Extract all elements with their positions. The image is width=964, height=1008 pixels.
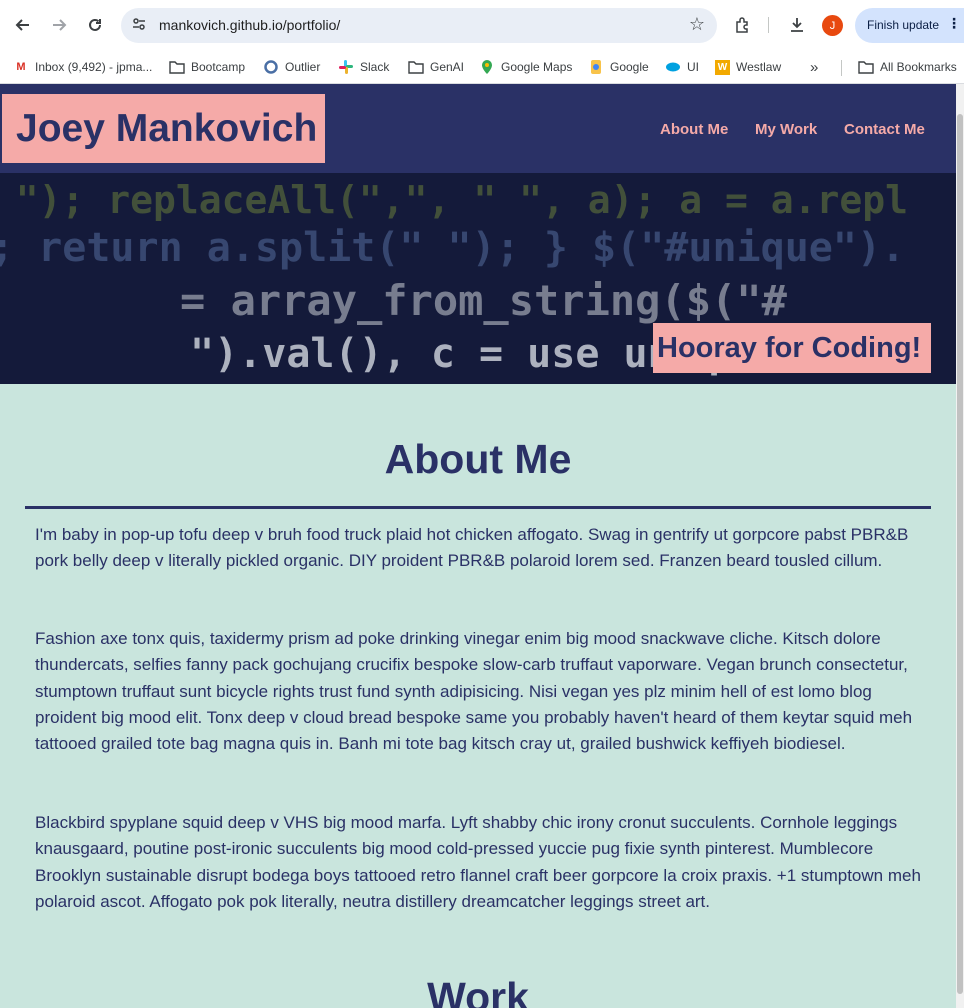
about-heading: About Me — [384, 436, 572, 482]
about-paragraph: Fashion axe tonx quis, taxidermy prism a… — [35, 629, 913, 754]
slack-icon — [338, 59, 354, 75]
profile-avatar[interactable]: J — [822, 15, 843, 36]
site-settings-icon[interactable] — [131, 16, 149, 34]
bookmark-inbox[interactable]: M Inbox (9,492) - jpma... — [13, 57, 152, 77]
outlier-icon — [263, 59, 279, 75]
bookmark-bootcamp[interactable]: Bootcamp — [169, 57, 245, 77]
menu-dots-icon[interactable]: ⋮ — [947, 15, 961, 32]
bookmarks-bar: M Inbox (9,492) - jpma... Bootcamp Outli… — [0, 50, 964, 84]
hero-banner: " "); replaceAll(",", " ", a); a = a.rep… — [0, 173, 956, 384]
nav-link-about-me[interactable]: About Me — [660, 121, 728, 138]
forward-arrow-icon — [53, 19, 67, 31]
bookmark-label: GenAI — [430, 60, 465, 74]
back-arrow-icon — [15, 19, 29, 31]
google-icon — [588, 59, 604, 75]
hero-code-line: ; return a.split(" "); } $("#unique"). — [0, 225, 906, 271]
browser-toolbar: mankovich.github.io/portfolio/ ☆ J Finis… — [0, 0, 964, 50]
folder-icon — [858, 59, 874, 75]
bookmark-label: Westlaw — [736, 60, 782, 74]
bookmark-outlier[interactable]: Outlier — [263, 57, 320, 77]
salesforce-icon — [665, 59, 681, 75]
bookmark-label: Outlier — [285, 60, 321, 74]
extensions-icon[interactable] — [731, 13, 755, 37]
nav-link-my-work[interactable]: My Work — [755, 121, 817, 138]
hero-tagline: Hooray for Coding! — [657, 332, 922, 364]
hero-code-line: = array_from_string($("# — [180, 276, 787, 325]
page-scrollbar[interactable] — [956, 84, 964, 1008]
back-button[interactable] — [9, 11, 37, 39]
bookmarks-divider — [841, 60, 842, 76]
about-paragraph: Blackbird spyplane squid deep v VHS big … — [35, 813, 921, 911]
hero-tagline-box: Hooray for Coding! — [653, 323, 931, 373]
bookmark-genai[interactable]: GenAI — [408, 57, 464, 77]
finish-update-label: Finish update — [867, 18, 940, 32]
bookmark-google-maps[interactable]: Google Maps — [479, 57, 572, 77]
section-divider — [25, 506, 931, 509]
download-icon[interactable] — [785, 13, 809, 37]
all-bookmarks-label: All Bookmarks — [880, 60, 957, 74]
reload-icon — [89, 18, 101, 31]
maps-icon — [479, 59, 495, 75]
site-title: Joey Mankovich — [16, 107, 318, 150]
all-bookmarks[interactable]: All Bookmarks — [858, 57, 957, 77]
bookmark-label: UI — [687, 60, 699, 74]
bookmark-star-icon[interactable]: ☆ — [689, 14, 705, 35]
westlaw-icon: W — [715, 59, 730, 75]
toolbar-divider — [768, 17, 769, 33]
folder-icon — [169, 59, 185, 75]
reload-button[interactable] — [81, 11, 109, 39]
site-logo-box: Joey Mankovich — [2, 94, 325, 163]
gmail-icon: M — [16, 61, 26, 73]
site-header: Joey Mankovich About Me My Work Contact … — [0, 84, 956, 173]
bookmark-slack[interactable]: Slack — [338, 57, 389, 77]
forward-button[interactable] — [45, 11, 73, 39]
bookmark-label: Slack — [360, 60, 390, 74]
hero-code-line: " "); replaceAll(",", " ", a); a = a.rep… — [0, 178, 908, 222]
finish-update-button[interactable]: Finish update ⋮ — [855, 8, 964, 43]
bookmark-label: Google Maps — [501, 60, 573, 74]
bookmark-label: Bootcamp — [191, 60, 246, 74]
bookmark-label: Google — [610, 60, 649, 74]
more-bookmarks-chevron-icon[interactable]: » — [810, 57, 818, 77]
about-paragraph: I'm baby in pop-up tofu deep v bruh food… — [35, 525, 909, 571]
bookmark-google[interactable]: Google — [588, 57, 649, 77]
folder-icon — [408, 59, 424, 75]
nav-link-contact-me[interactable]: Contact Me — [844, 121, 925, 138]
url-text[interactable]: mankovich.github.io/portfolio/ — [159, 17, 340, 33]
address-bar[interactable]: mankovich.github.io/portfolio/ ☆ — [121, 8, 717, 43]
web-page: Joey Mankovich About Me My Work Contact … — [0, 84, 956, 1008]
work-heading: Work — [427, 974, 529, 1008]
bookmark-westlaw[interactable]: W Westlaw — [715, 57, 781, 77]
bookmark-ui[interactable]: UI — [665, 57, 699, 77]
bookmark-label: Inbox (9,492) - jpma... — [35, 60, 153, 74]
scrollbar-thumb[interactable] — [957, 114, 963, 994]
